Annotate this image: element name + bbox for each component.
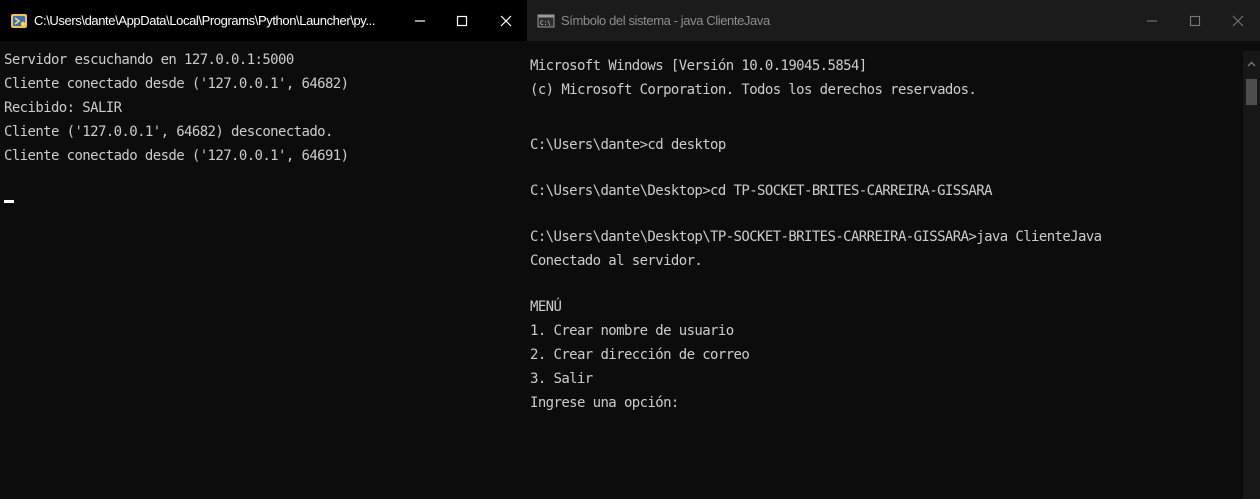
svg-text:C:\: C:\ — [540, 20, 551, 27]
console-output[interactable]: Servidor escuchando en 127.0.0.1:5000 Cl… — [4, 48, 509, 499]
console-line: Recibido: SALIR — [4, 100, 122, 116]
minimize-button[interactable] — [405, 6, 435, 36]
console-line: 1. Crear nombre de usuario — [530, 323, 734, 339]
vertical-scrollbar[interactable] — [1243, 51, 1260, 499]
maximize-button[interactable] — [1180, 6, 1210, 36]
console-line: Servidor escuchando en 127.0.0.1:5000 — [4, 52, 294, 68]
scroll-up-arrow-icon[interactable] — [1243, 55, 1260, 72]
console-line: 3. Salir — [530, 371, 593, 387]
minimize-icon — [415, 19, 425, 22]
console-line: C:\Users\dante>cd desktop — [530, 137, 726, 153]
cmd-icon: C:\ — [537, 14, 555, 27]
console-output[interactable]: Microsoft Windows [Versión 10.0.19045.58… — [530, 54, 1242, 499]
close-button[interactable] — [491, 6, 521, 36]
title-bar[interactable]: C:\ Símbolo del sistema - java ClienteJa… — [527, 0, 1260, 41]
close-icon — [1232, 15, 1244, 26]
scrollbar-thumb[interactable] — [1246, 79, 1257, 105]
python-launcher-icon — [11, 13, 27, 28]
console-line: MENÚ — [530, 299, 562, 315]
maximize-icon — [456, 15, 468, 26]
python-console-window[interactable]: C:\Users\dante\AppData\Local\Programs\Py… — [0, 0, 527, 499]
console-line: Ingrese una opción: — [530, 395, 679, 411]
minimize-icon — [1147, 19, 1157, 22]
console-line: C:\Users\dante\Desktop>cd TP-SOCKET-BRIT… — [530, 183, 993, 199]
maximize-icon — [1189, 15, 1201, 26]
cmd-window[interactable]: C:\ Símbolo del sistema - java ClienteJa… — [527, 0, 1260, 499]
title-bar[interactable]: C:\Users\dante\AppData\Local\Programs\Py… — [0, 0, 527, 41]
console-line: Cliente conectado desde ('127.0.0.1', 64… — [4, 76, 349, 92]
window-title: C:\Users\dante\AppData\Local\Programs\Py… — [34, 13, 376, 28]
console-line: Conectado al servidor. — [530, 253, 703, 269]
console-line: (c) Microsoft Corporation. Todos los der… — [530, 82, 977, 98]
window-title: Símbolo del sistema - java ClienteJava — [561, 13, 770, 28]
close-icon — [500, 15, 512, 26]
console-line: C:\Users\dante\Desktop\TP-SOCKET-BRITES-… — [530, 229, 1102, 245]
close-button[interactable] — [1223, 6, 1253, 36]
console-line: Microsoft Windows [Versión 10.0.19045.58… — [530, 58, 867, 74]
console-line: 2. Crear dirección de correo — [530, 347, 750, 363]
console-line: Cliente conectado desde ('127.0.0.1', 64… — [4, 148, 349, 164]
text-cursor — [4, 200, 14, 203]
maximize-button[interactable] — [447, 6, 477, 36]
minimize-button[interactable] — [1137, 6, 1167, 36]
console-line: Cliente ('127.0.0.1', 64682) desconectad… — [4, 124, 333, 140]
